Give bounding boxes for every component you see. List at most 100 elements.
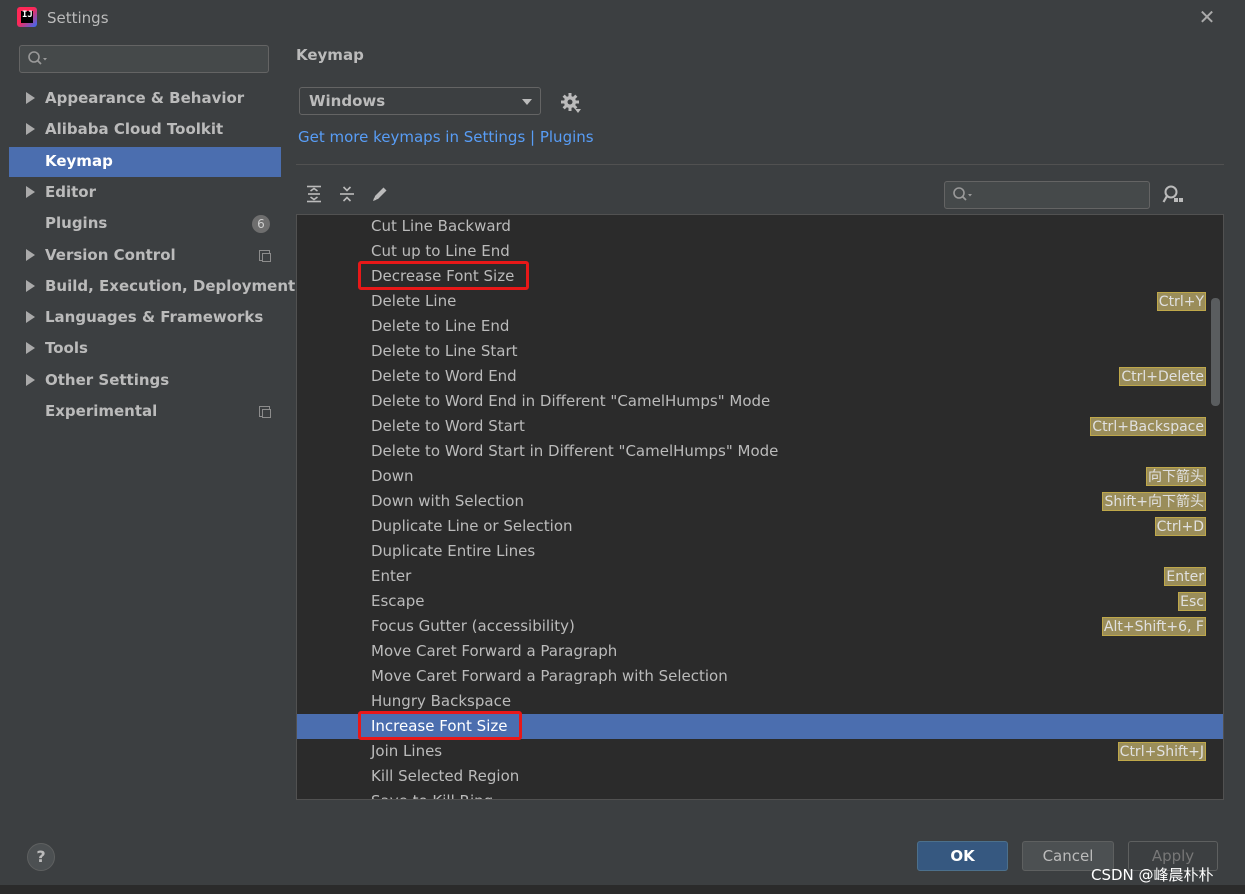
keymap-actions-list[interactable]: Cut Line Backward Cut up to Line End Decre…: [296, 214, 1224, 800]
project-settings-icon: [259, 249, 271, 262]
action-name: Escape: [371, 592, 425, 610]
action-row[interactable]: Move Caret Forward a Paragraph: [297, 639, 1223, 664]
sidebar-item-editor[interactable]: Editor: [9, 178, 281, 208]
sidebar-item-label: Editor: [45, 182, 96, 201]
action-row[interactable]: Decrease Font Size: [297, 264, 1223, 289]
sidebar-item-label: Build, Execution, Deployment: [45, 276, 296, 295]
expand-arrow-icon: [26, 342, 35, 355]
sidebar-item-experimental[interactable]: Experimental: [9, 397, 281, 427]
sidebar-item-label: Plugins: [45, 214, 108, 233]
scrollbar-thumb[interactable]: [1211, 298, 1220, 406]
action-name: Delete to Word End: [371, 367, 517, 385]
shortcut-badge: Ctrl+Y: [1156, 292, 1206, 311]
shortcut-badge: Ctrl+Shift+J: [1117, 742, 1206, 761]
action-name: Delete to Word End in Different "CamelHu…: [371, 392, 771, 410]
pencil-icon[interactable]: [371, 185, 389, 203]
action-row[interactable]: Kill Selected Region: [297, 764, 1223, 789]
help-button[interactable]: ?: [27, 843, 55, 871]
action-row[interactable]: Cut up to Line End: [297, 239, 1223, 264]
csdn-watermark: CSDN @峰晨朴朴: [1091, 866, 1214, 884]
sidebar-item-label: Experimental: [45, 402, 158, 420]
sidebar-item-version-control[interactable]: Version Control: [9, 241, 281, 271]
gear-icon[interactable]: [560, 92, 584, 116]
sidebar-item-label: Languages & Frameworks: [45, 308, 264, 327]
intellij-logo-icon: IJ: [17, 7, 37, 27]
action-name: Focus Gutter (accessibility): [371, 617, 575, 635]
action-row[interactable]: Hungry Backspace: [297, 689, 1223, 714]
window-title: Settings: [47, 9, 109, 27]
action-row[interactable]: Down with Selection Shift+向下箭头: [297, 489, 1223, 514]
expand-arrow-icon: [26, 311, 35, 324]
action-name: Hungry Backspace: [371, 692, 512, 710]
action-row[interactable]: Duplicate Line or Selection Ctrl+D: [297, 514, 1223, 539]
sidebar-item-other-settings[interactable]: Other Settings: [9, 366, 281, 396]
action-row[interactable]: Delete to Word Start in Different "Camel…: [297, 439, 1223, 464]
action-name: Move Caret Forward a Paragraph with Sele…: [371, 667, 728, 685]
keymap-select[interactable]: Windows: [299, 87, 541, 115]
sidebar-search-input[interactable]: [19, 45, 269, 73]
project-settings-icon: [259, 406, 271, 418]
sidebar-item-appearance-behavior[interactable]: Appearance & Behavior: [9, 84, 281, 114]
shortcut-badge: 向下箭头: [1146, 467, 1206, 486]
action-row[interactable]: Delete to Word End in Different "CamelHu…: [297, 389, 1223, 414]
sidebar-item-tools[interactable]: Tools: [9, 334, 281, 364]
action-row[interactable]: Delete to Line Start: [297, 339, 1223, 364]
action-name: Delete Line: [371, 292, 457, 310]
action-row[interactable]: Down 向下箭头: [297, 464, 1223, 489]
sidebar-item-label: Version Control: [45, 245, 176, 264]
sidebar-item-label: Tools: [45, 339, 88, 358]
action-name: Duplicate Line or Selection: [371, 517, 573, 535]
title-bar: [0, 0, 1245, 36]
action-name: Delete to Line End: [371, 317, 510, 335]
shortcut-badge: Alt+Shift+6, F: [1101, 617, 1206, 636]
expand-arrow-icon: [26, 279, 35, 292]
action-name: Delete to Word Start in Different "Camel…: [371, 442, 779, 460]
sidebar-item-label: Keymap: [45, 151, 113, 170]
action-row[interactable]: Increase Font Size: [297, 714, 1223, 739]
sidebar-item-label: Alibaba Cloud Toolkit: [45, 120, 224, 139]
shortcut-badge: Ctrl+Backspace: [1090, 417, 1206, 436]
close-button[interactable]: ✕: [1196, 6, 1218, 28]
action-row[interactable]: Delete to Line End: [297, 314, 1223, 339]
expand-arrow-icon: [26, 123, 35, 136]
action-row[interactable]: Move Caret Forward a Paragraph with Sele…: [297, 664, 1223, 689]
expand-all-icon[interactable]: [305, 185, 323, 203]
get-more-keymaps-link[interactable]: Get more keymaps in Settings | Plugins: [298, 128, 594, 146]
chevron-down-icon: [522, 99, 532, 105]
action-name: Move Caret Forward a Paragraph: [371, 642, 618, 660]
action-row[interactable]: Cut Line Backward: [297, 215, 1223, 239]
action-name: Decrease Font Size: [371, 267, 515, 285]
divider: [296, 164, 1224, 165]
actions-search-input[interactable]: [944, 181, 1150, 209]
action-name: Cut Line Backward: [371, 217, 511, 235]
action-name: Down with Selection: [371, 492, 524, 510]
action-name: Kill Selected Region: [371, 767, 520, 785]
action-name: Delete to Line Start: [371, 342, 518, 360]
find-action-by-shortcut-icon[interactable]: [1162, 185, 1184, 205]
action-row[interactable]: Enter Enter: [297, 564, 1223, 589]
sidebar-item-keymap[interactable]: Keymap: [9, 146, 281, 177]
sidebar-item-alibaba-cloud-toolkit[interactable]: Alibaba Cloud Toolkit: [9, 115, 281, 145]
action-row[interactable]: Join Lines Ctrl+Shift+J: [297, 739, 1223, 764]
action-row[interactable]: Save to Kill Ring: [297, 789, 1223, 799]
sidebar-item-languages-frameworks[interactable]: Languages & Frameworks: [9, 303, 281, 333]
ok-button[interactable]: OK: [917, 841, 1008, 871]
collapse-all-icon[interactable]: [338, 185, 356, 203]
shortcut-badge: Ctrl+Delete: [1119, 367, 1206, 386]
count-badge: 6: [252, 215, 270, 234]
action-row[interactable]: Focus Gutter (accessibility) Alt+Shift+6,…: [297, 614, 1223, 639]
sidebar-item-plugins[interactable]: Plugins 6: [9, 209, 281, 239]
action-name: Increase Font Size: [371, 717, 508, 735]
action-row[interactable]: Escape Esc: [297, 589, 1223, 614]
expand-arrow-icon: [26, 248, 35, 261]
sidebar-item-build-execution-deployment[interactable]: Build, Execution, Deployment: [9, 272, 295, 302]
action-row[interactable]: Duplicate Entire Lines: [297, 539, 1223, 564]
search-icon: [953, 187, 972, 201]
action-name: Cut up to Line End: [371, 242, 510, 260]
shortcut-badge: Esc: [1178, 592, 1206, 611]
action-row[interactable]: Delete to Word Start Ctrl+Backspace: [297, 414, 1223, 439]
action-name: Duplicate Entire Lines: [371, 542, 536, 560]
shortcut-badge: Ctrl+D: [1154, 517, 1206, 536]
action-row[interactable]: Delete Line Ctrl+Y: [297, 289, 1223, 314]
action-row[interactable]: Delete to Word End Ctrl+Delete: [297, 364, 1223, 389]
